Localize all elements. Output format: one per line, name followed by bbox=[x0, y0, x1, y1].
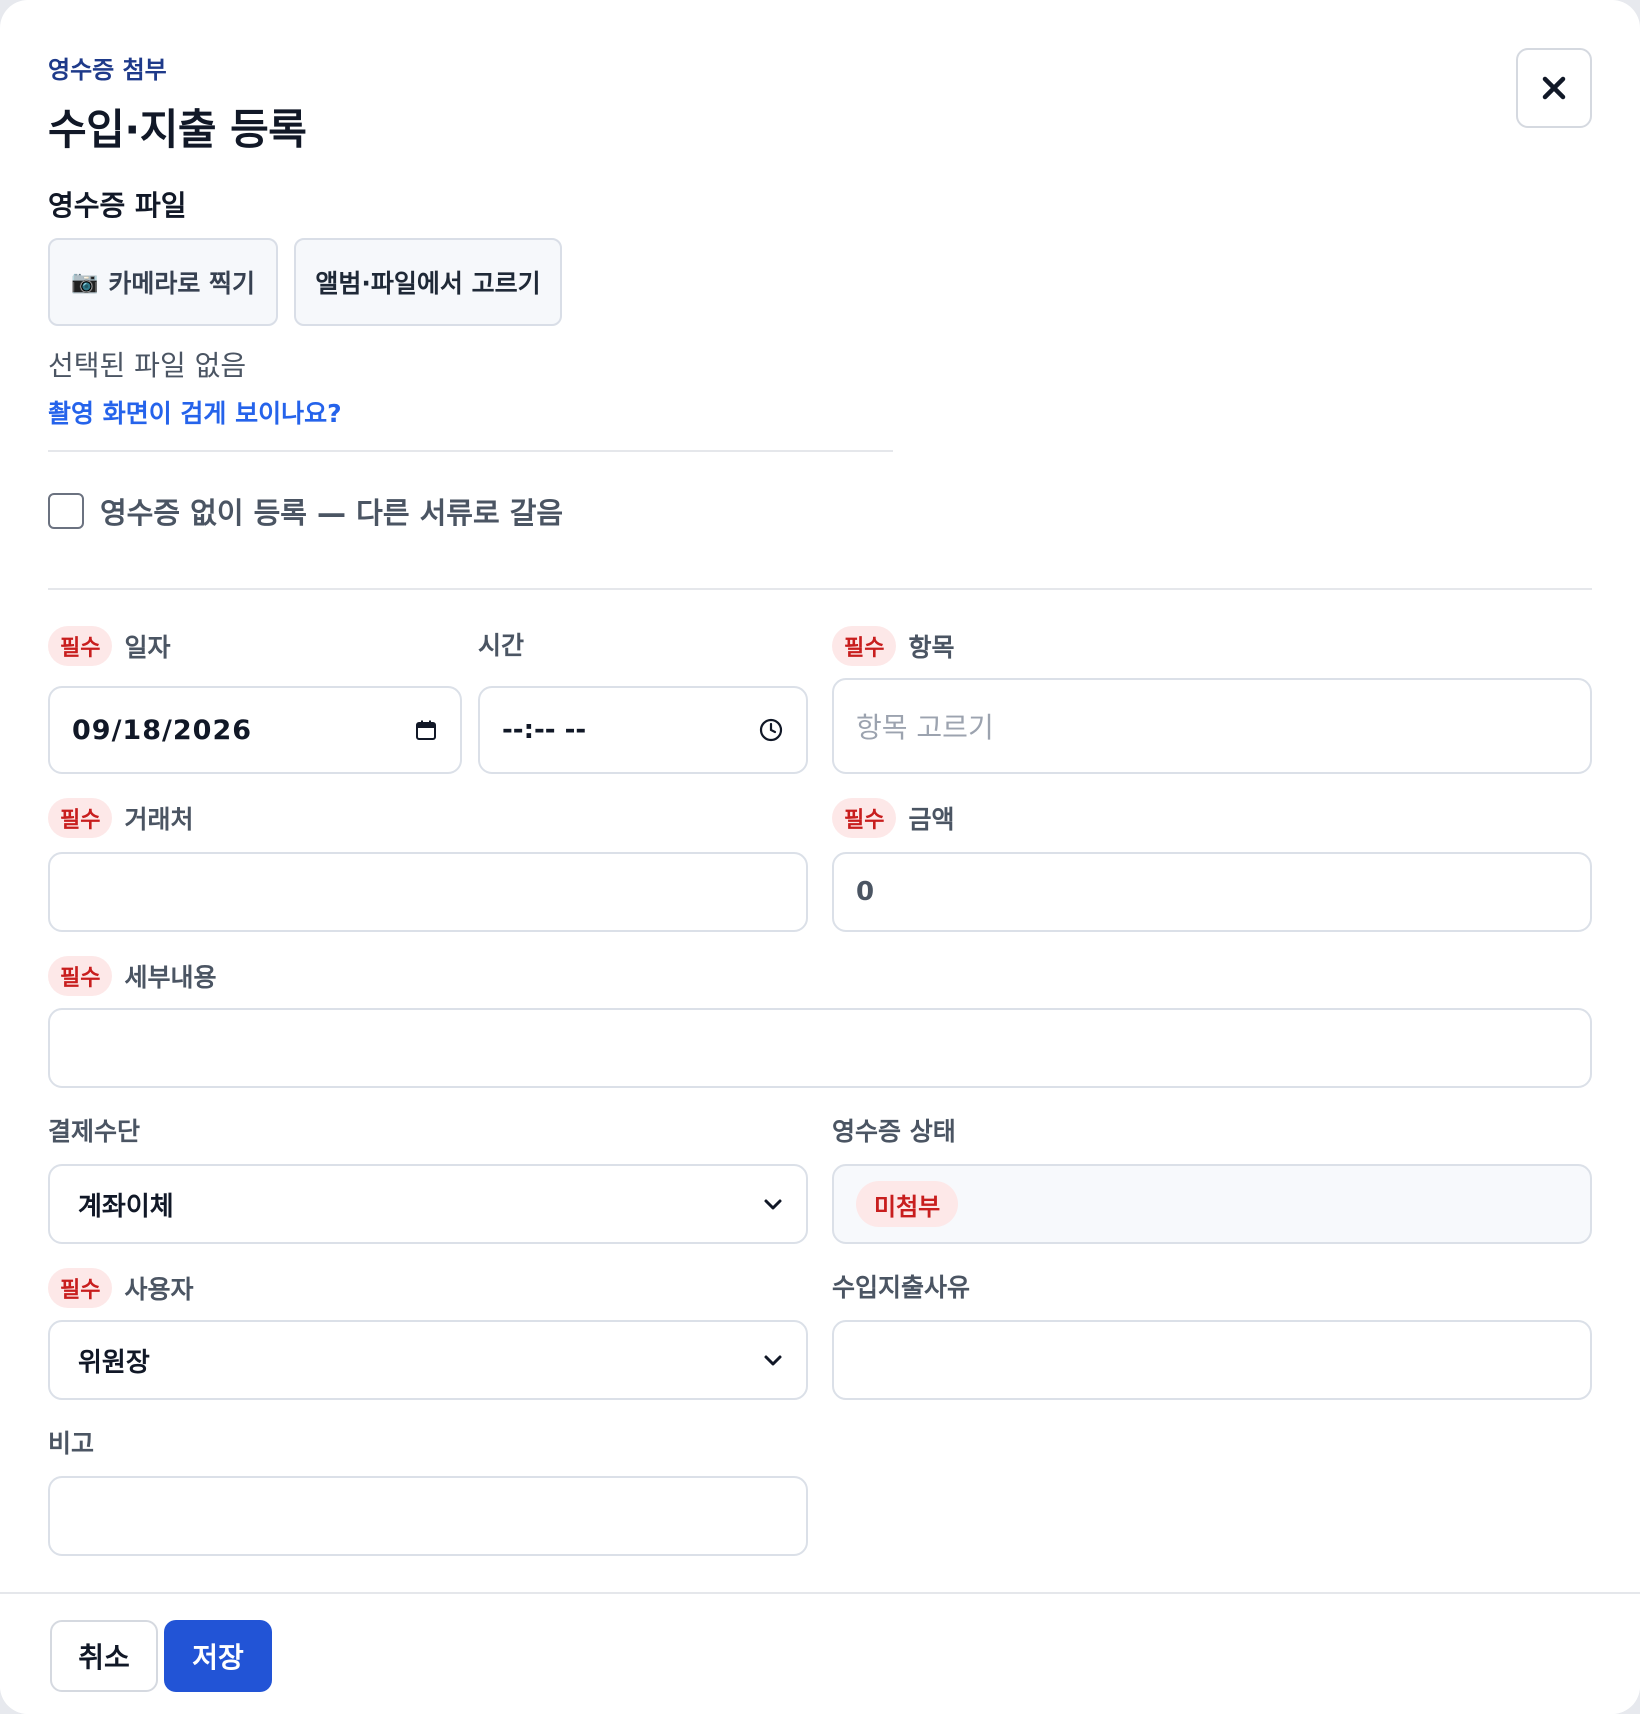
time-input[interactable]: --:-- -- bbox=[478, 686, 808, 774]
required-badge: 필수 bbox=[832, 626, 897, 666]
album-button-label: 앨범·파일에서 고르기 bbox=[315, 269, 541, 298]
vendor-label-text: 거래처 bbox=[124, 805, 194, 834]
details-label: 필수 세부내용 bbox=[48, 956, 217, 996]
dialog-subtitle: 영수증 첨부 bbox=[48, 56, 167, 84]
close-button[interactable] bbox=[1516, 48, 1592, 128]
details-input[interactable] bbox=[48, 1008, 1592, 1088]
reason-label: 수입지출사유 bbox=[832, 1268, 970, 1304]
payment-method-label-text: 결제수단 bbox=[48, 1117, 141, 1146]
divider bbox=[48, 450, 893, 452]
category-placeholder: 항목 고르기 bbox=[856, 711, 994, 744]
required-badge: 필수 bbox=[832, 798, 897, 838]
vendor-input[interactable] bbox=[48, 852, 808, 932]
dialog-footer: 취소 저장 bbox=[0, 1592, 1640, 1714]
no-file-text: 선택된 파일 없음 bbox=[48, 349, 247, 382]
payment-method-select[interactable]: 계좌이체 bbox=[48, 1164, 808, 1244]
divider bbox=[48, 588, 1592, 590]
memo-label: 비고 bbox=[48, 1424, 94, 1460]
time-value: --:-- -- bbox=[502, 715, 587, 745]
category-label: 필수 항목 bbox=[832, 626, 955, 666]
user-label-text: 사용자 bbox=[124, 1275, 194, 1304]
no-receipt-option[interactable]: 영수증 없이 등록 — 다른 서류로 갈음 bbox=[48, 490, 563, 532]
required-badge: 필수 bbox=[48, 956, 113, 996]
amount-label-text: 금액 bbox=[908, 805, 955, 834]
memo-input[interactable] bbox=[48, 1476, 808, 1556]
clock-icon[interactable] bbox=[758, 717, 784, 743]
payment-method-label: 결제수단 bbox=[48, 1112, 140, 1148]
date-input[interactable]: 09/18/2026 bbox=[48, 686, 462, 774]
receipt-status-badge: 미첨부 bbox=[856, 1181, 959, 1227]
dialog-title: 수입·지출 등록 bbox=[48, 105, 307, 154]
receipt-file-label: 영수증 파일 bbox=[48, 189, 187, 222]
amount-label: 필수 금액 bbox=[832, 798, 955, 838]
camera-button[interactable]: 📷 카메라로 찍기 bbox=[48, 238, 278, 326]
amount-value: 0 bbox=[856, 877, 875, 907]
reason-label-text: 수입지출사유 bbox=[832, 1273, 971, 1302]
cancel-button[interactable]: 취소 bbox=[50, 1620, 158, 1692]
time-label-text: 시간 bbox=[478, 631, 525, 660]
user-value: 위원장 bbox=[78, 1347, 150, 1378]
calendar-icon[interactable] bbox=[414, 718, 438, 742]
vendor-label: 필수 거래처 bbox=[48, 798, 194, 838]
receipt-status-label-text: 영수증 상태 bbox=[832, 1117, 956, 1146]
required-badge: 필수 bbox=[48, 1268, 113, 1308]
save-button[interactable]: 저장 bbox=[164, 1620, 272, 1692]
chevron-down-icon bbox=[762, 1193, 784, 1215]
required-badge: 필수 bbox=[48, 798, 113, 838]
no-receipt-checkbox[interactable] bbox=[48, 493, 84, 529]
no-receipt-label: 영수증 없이 등록 — 다른 서류로 갈음 bbox=[100, 496, 564, 530]
memo-label-text: 비고 bbox=[48, 1429, 95, 1458]
payment-method-value: 계좌이체 bbox=[78, 1191, 174, 1222]
date-label: 필수 일자 bbox=[48, 626, 171, 666]
close-icon bbox=[1542, 76, 1566, 100]
chevron-down-icon bbox=[762, 1349, 784, 1371]
category-picker[interactable]: 항목 고르기 bbox=[832, 678, 1592, 774]
date-value: 09/18/2026 bbox=[72, 714, 253, 746]
camera-icon: 📷 bbox=[70, 269, 99, 295]
category-label-text: 항목 bbox=[908, 633, 955, 662]
receipt-status-label: 영수증 상태 bbox=[832, 1112, 956, 1148]
user-label: 필수 사용자 bbox=[48, 1268, 194, 1308]
camera-help-link[interactable]: 촬영 화면이 검게 보이나요? bbox=[48, 394, 342, 430]
receipt-status-display: 미첨부 bbox=[832, 1164, 1592, 1244]
reason-input[interactable] bbox=[832, 1320, 1592, 1400]
required-badge: 필수 bbox=[48, 626, 113, 666]
date-label-text: 일자 bbox=[124, 633, 171, 662]
album-file-button[interactable]: 앨범·파일에서 고르기 bbox=[294, 238, 562, 326]
amount-input[interactable]: 0 bbox=[832, 852, 1592, 932]
time-label: 시간 bbox=[478, 626, 524, 662]
register-dialog: 영수증 첨부 수입·지출 등록 영수증 파일 📷 카메라로 찍기 앨범·파일에서… bbox=[0, 0, 1640, 1714]
camera-button-label: 카메라로 찍기 bbox=[108, 269, 256, 298]
user-select[interactable]: 위원장 bbox=[48, 1320, 808, 1400]
details-label-text: 세부내용 bbox=[124, 963, 217, 992]
